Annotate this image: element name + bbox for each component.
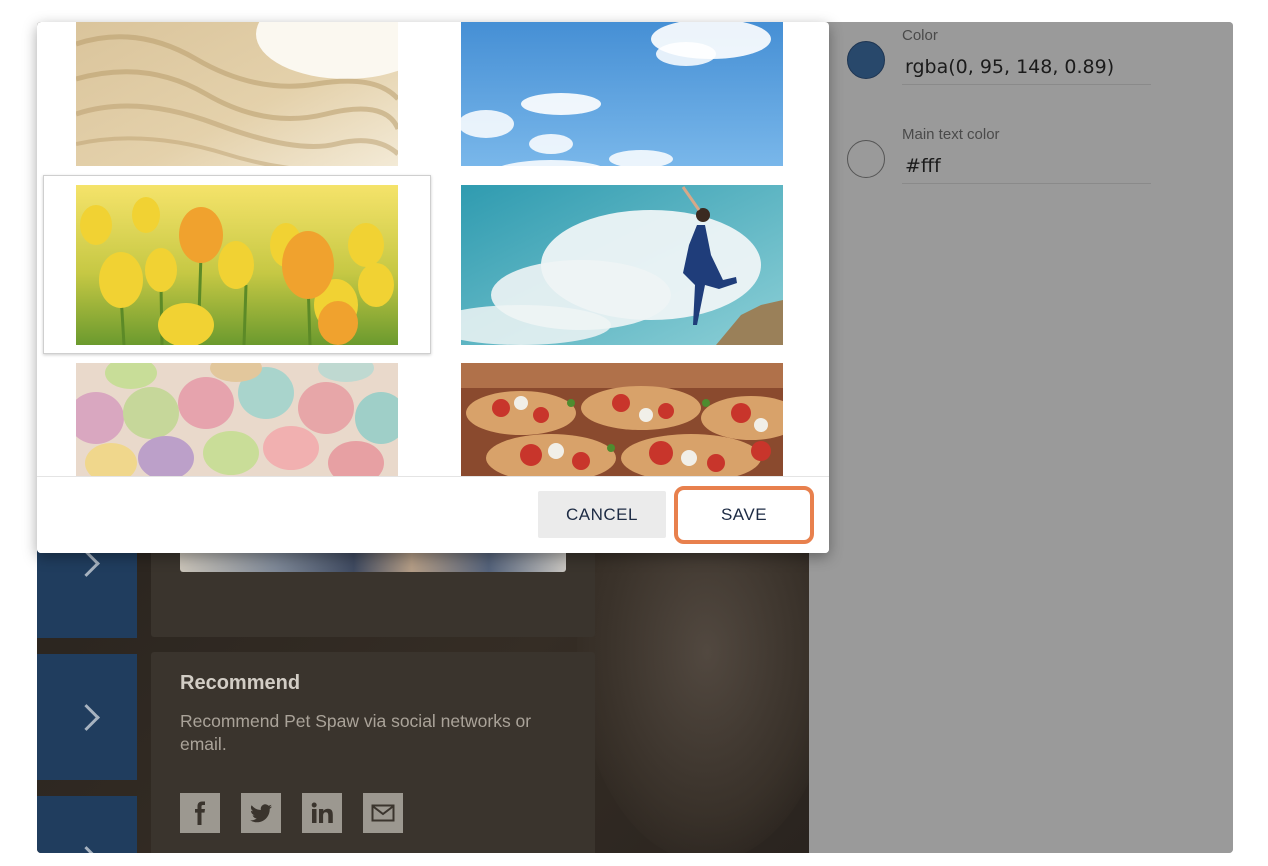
chevron-right-icon: [73, 550, 100, 577]
bruschetta-image: [461, 363, 801, 476]
nav-block-2[interactable]: [37, 654, 137, 780]
color-label: Color: [902, 27, 938, 44]
nav-block-3[interactable]: [37, 796, 137, 853]
image-tile-tulips[interactable]: [76, 185, 398, 347]
macarons-image: [68, 354, 407, 476]
color-swatch[interactable]: [847, 41, 885, 79]
image-tile-dancer[interactable]: [431, 185, 783, 345]
linkedin-button[interactable]: [302, 793, 342, 833]
image-gallery: [37, 22, 829, 476]
chevron-right-icon: [73, 846, 100, 853]
image-tile-sky[interactable]: [458, 22, 783, 188]
twitter-button[interactable]: [241, 793, 281, 833]
facebook-button[interactable]: [180, 793, 220, 833]
email-icon: [371, 804, 395, 822]
main-text-color-swatch[interactable]: [847, 140, 885, 178]
image-tile-macarons[interactable]: [68, 354, 407, 476]
sky-image: [458, 22, 783, 188]
color-input[interactable]: rgba(0, 95, 148, 0.89): [902, 56, 1151, 85]
save-button[interactable]: SAVE: [674, 486, 814, 544]
facebook-icon: [195, 801, 205, 825]
recommend-title: Recommend: [180, 672, 301, 694]
image-tile-bruschetta[interactable]: [461, 363, 801, 476]
twitter-icon: [250, 804, 272, 823]
dialog-footer: CANCEL SAVE: [37, 476, 829, 553]
tulips-image: [76, 185, 398, 347]
main-text-color-input[interactable]: #fff: [902, 155, 1151, 184]
image-tile-sand[interactable]: [75, 22, 436, 174]
recommend-text: Recommend Pet Spaw via social networks o…: [180, 711, 532, 754]
chevron-right-icon: [73, 704, 100, 731]
cancel-button[interactable]: CANCEL: [538, 491, 666, 538]
image-picker-dialog: CANCEL SAVE: [37, 22, 829, 553]
recommend-card: Recommend Recommend Pet Spaw via social …: [151, 652, 595, 853]
sand-image: [75, 22, 436, 174]
linkedin-icon: [311, 802, 333, 823]
dancer-image: [431, 185, 783, 345]
properties-panel: Color rgba(0, 95, 148, 0.89) Main text c…: [809, 22, 1233, 853]
email-button[interactable]: [363, 793, 403, 833]
main-text-color-label: Main text color: [902, 126, 1000, 143]
